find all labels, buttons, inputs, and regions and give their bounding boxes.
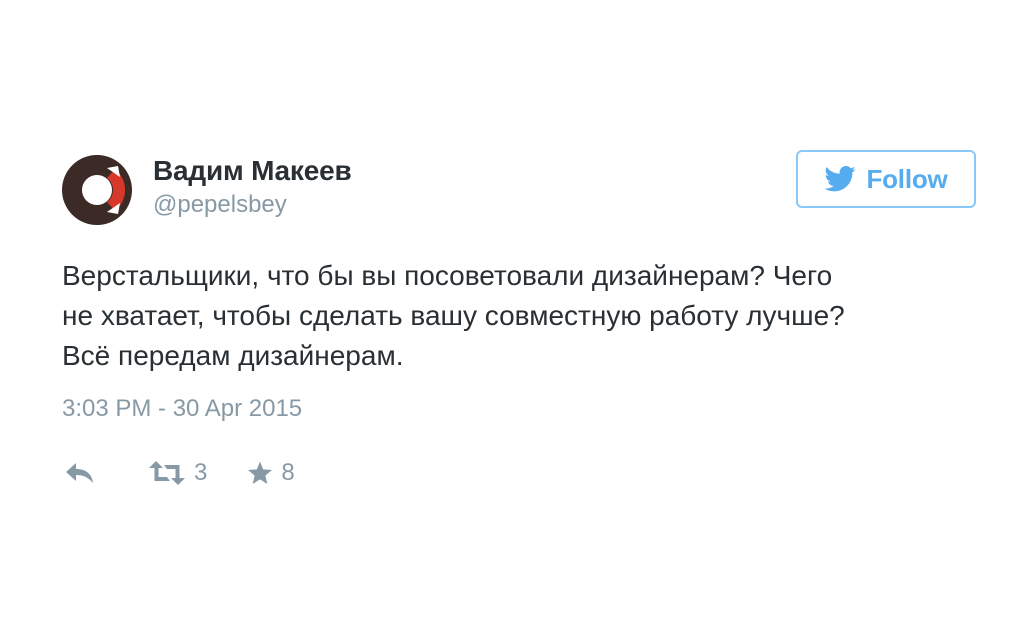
favorite-button[interactable]: 8 (247, 459, 295, 487)
tweet-header: Вадим Макеев @pepelsbey Follow (62, 148, 978, 228)
favorite-count: 8 (281, 459, 295, 486)
tweet-actions: 3 8 (62, 456, 978, 490)
follow-button[interactable]: Follow (796, 150, 976, 208)
reply-button[interactable] (64, 461, 96, 485)
author-name[interactable]: Вадим Макеев (153, 154, 352, 188)
twitter-bird-icon (824, 166, 857, 192)
reply-icon (66, 463, 93, 483)
tweet-text: Верстальщики, что бы вы посоветовали диз… (62, 256, 982, 376)
star-icon (248, 461, 273, 484)
retweet-icon (149, 461, 185, 485)
avatar[interactable] (62, 155, 132, 225)
tweet-text-line: Всё передам дизайнерам. (62, 340, 404, 371)
retweet-count: 3 (194, 459, 208, 486)
embedded-tweet: Вадим Макеев @pepelsbey Follow Верстальщ… (62, 148, 978, 490)
tweet-text-line: не хватает, чтобы сделать вашу совместну… (62, 300, 845, 331)
tweet-text-line: Верстальщики, что бы вы посоветовали диз… (62, 260, 833, 291)
user-info[interactable]: Вадим Макеев @pepelsbey (153, 154, 352, 220)
author-handle[interactable]: @pepelsbey (153, 190, 351, 220)
follow-label: Follow (866, 163, 948, 194)
tweet-timestamp[interactable]: 3:03 PM - 30 Apr 2015 (62, 394, 302, 424)
retweet-button[interactable]: 3 (148, 459, 207, 487)
